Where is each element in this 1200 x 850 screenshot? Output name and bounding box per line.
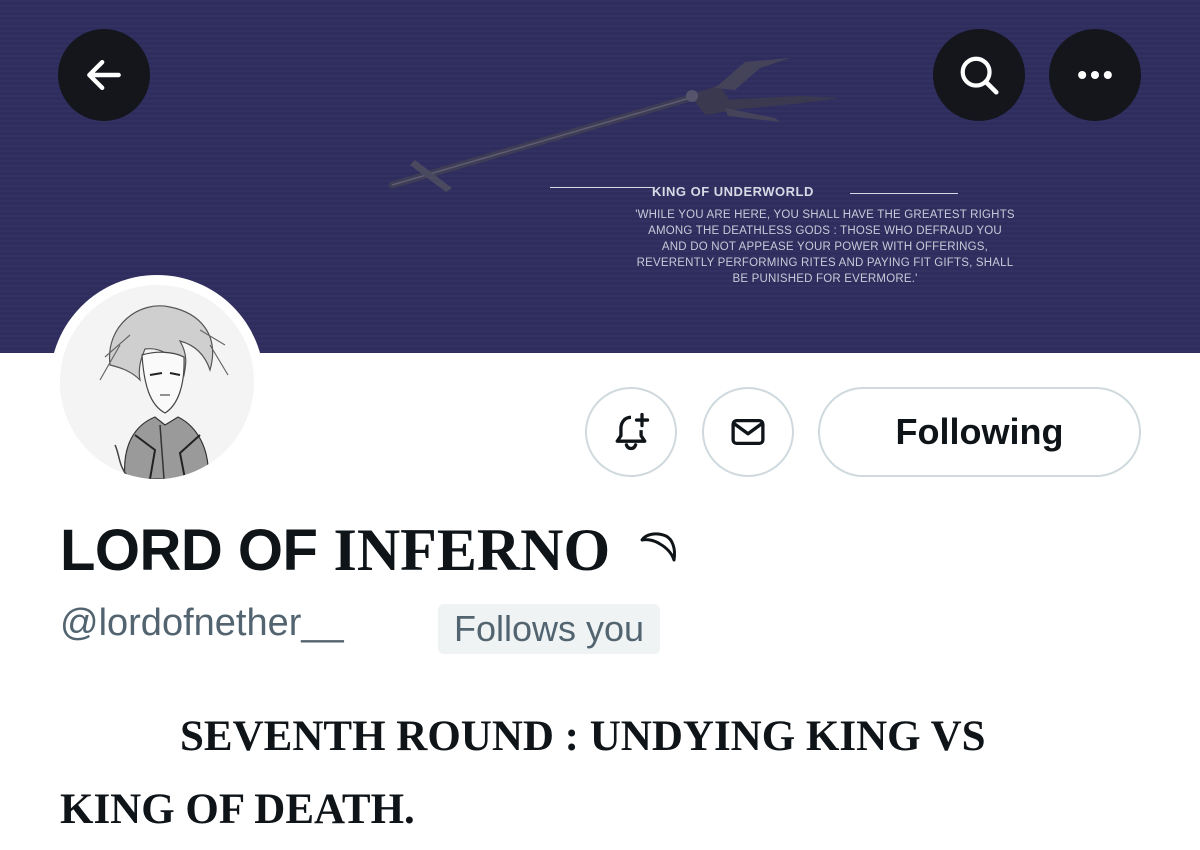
mail-icon [731,418,765,446]
bell-plus-icon [615,412,650,451]
display-name: LORD OF INFERNO [60,515,680,585]
avatar-image [60,285,254,479]
back-button[interactable] [58,29,150,121]
banner-rule-left [550,187,654,188]
more-button[interactable] [1049,29,1141,121]
banner-title: KING OF UNDERWORLD [652,184,814,199]
profile-bio: SEVENTH ROUND : UNDYING KING VS KING OF … [60,713,986,833]
crescent-moon-icon [632,526,680,574]
following-button[interactable]: Following [818,387,1141,477]
banner-rule-right [850,193,958,194]
search-icon [960,56,999,95]
display-name-part1: LORD OF [60,517,318,583]
banner-quote: 'WHILE YOU ARE HERE, YOU SHALL HAVE THE … [635,209,1015,285]
follows-you-badge: Follows you [438,604,661,654]
search-button[interactable] [933,29,1025,121]
anime-character-portrait [60,285,254,479]
arrow-left-icon [87,59,121,91]
user-handle: @lordofnether__ [60,602,344,644]
avatar[interactable] [50,275,264,489]
notify-button[interactable] [585,387,677,477]
more-horizontal-icon [1078,70,1112,80]
message-button[interactable] [702,387,794,477]
display-name-part2: INFERNO [333,516,611,583]
